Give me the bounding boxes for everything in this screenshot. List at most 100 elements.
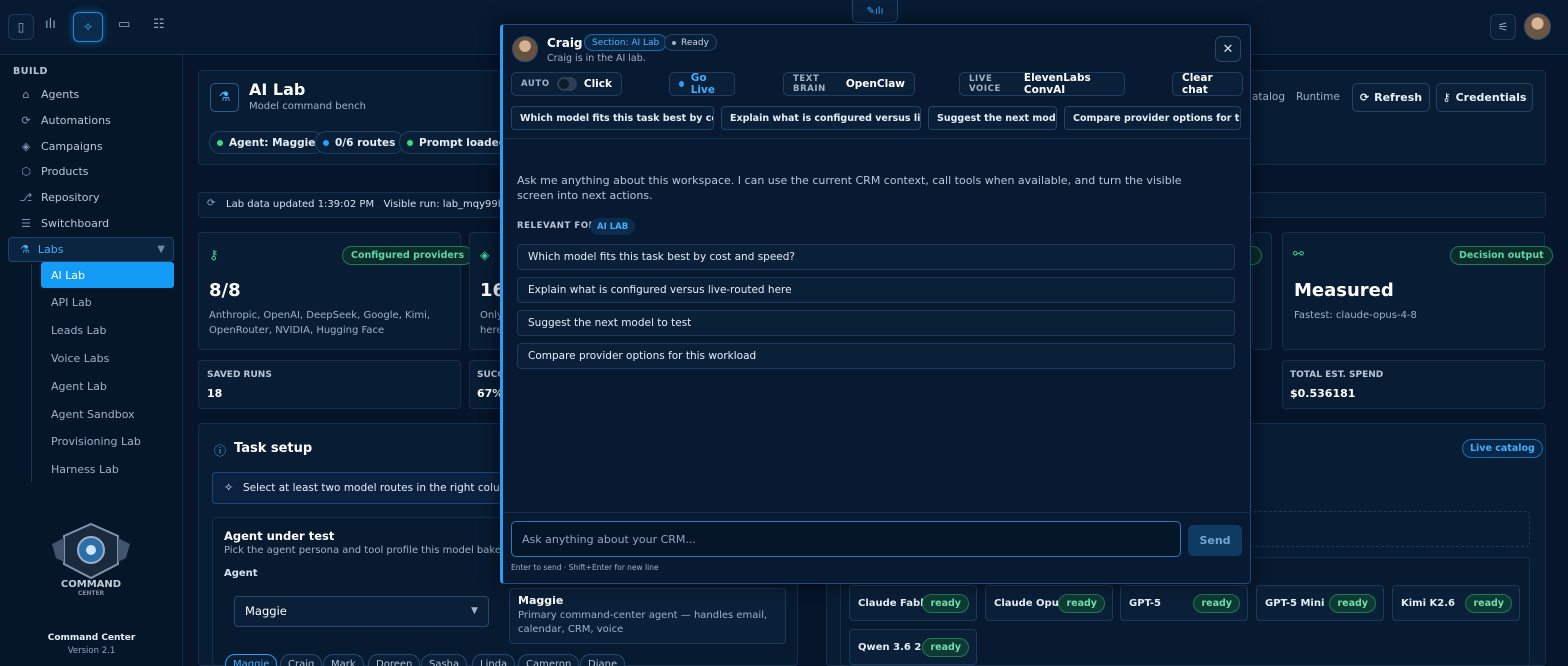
sidebar-sub-agent-lab[interactable]: Agent Lab (51, 376, 107, 396)
providers-value: 8/8 (209, 280, 241, 301)
prompt-chip[interactable]: Prompt loaded (399, 131, 516, 154)
agent-chip[interactable]: Agent: Maggie (209, 131, 325, 154)
credentials-label: Credentials (1455, 91, 1527, 104)
ready-badge: ready (1329, 594, 1376, 613)
sidebar-item-labs[interactable]: ⚗ Labs ▼ (8, 237, 174, 262)
chat-input[interactable] (511, 521, 1181, 557)
sliders-icon[interactable]: ⚟ (1490, 14, 1516, 40)
decision-desc: Fastest: claude-opus-4-8 (1294, 310, 1417, 321)
suggestion-chip-compare[interactable]: Compare provider options for this ... (1064, 106, 1241, 130)
auto-label: AUTO (521, 79, 550, 89)
persona-chip-linda[interactable]: Linda (472, 654, 516, 666)
suggestion-chip-configured[interactable]: Explain what is configured versus live-r… (721, 106, 921, 130)
persona-chip-diane[interactable]: Diane (580, 654, 626, 666)
submenu-line (31, 264, 32, 482)
sidebar-toggle-icon[interactable]: ▯ (8, 14, 34, 40)
send-button[interactable]: Send (1188, 525, 1242, 556)
model-name: GPT-5 (1129, 597, 1161, 609)
chevron-down-icon: ▼ (471, 606, 478, 616)
sidebar-item-agents[interactable]: ⌂ Agents (19, 84, 80, 104)
text-brain-select[interactable]: TEXT BRAIN OpenClaw (783, 72, 915, 96)
chart-icon[interactable]: ılı (45, 17, 56, 32)
prompt-option-configured[interactable]: Explain what is configured versus live-r… (517, 277, 1235, 303)
close-icon[interactable]: ✕ (1215, 36, 1241, 62)
suggestion-chip-next-model[interactable]: Suggest the next model ... (928, 106, 1057, 130)
input-hint: Enter to send · Shift+Enter for new line (511, 563, 659, 572)
tab-catalog[interactable]: atalog (1252, 91, 1285, 103)
model-chip-qwen[interactable]: Qwen 3.6 2... ready (849, 629, 977, 665)
assistant-chat-modal: Craig Section: AI Lab Ready Craig is in … (500, 24, 1251, 584)
persona-chip-sasha[interactable]: Sasha (421, 654, 468, 666)
sidebar-item-automations[interactable]: ⟳ Automations (19, 110, 111, 130)
layers-icon: ◈ (480, 248, 490, 262)
status-dot (407, 139, 413, 146)
robot-icon: ⌂ (22, 87, 30, 101)
clear-chat-button[interactable]: Clear chat (1172, 72, 1243, 96)
sliders-icon: ☰ (21, 216, 31, 230)
model-name: Kimi K2.6 (1401, 597, 1455, 609)
route-icon: ⚯ (1293, 247, 1304, 262)
sidebar-item-switchboard[interactable]: ☰ Switchboard (19, 213, 109, 233)
folder-icon[interactable]: ▭ (118, 17, 130, 32)
box-icon: ⬡ (21, 164, 31, 178)
key-icon: ⚷ (1442, 91, 1451, 104)
tab-runtime[interactable]: Runtime (1296, 91, 1340, 103)
flask-icon: ⚗ (20, 243, 30, 256)
model-chip-claude-fable[interactable]: Claude Fabl... ready (849, 585, 977, 621)
prompt-option-next-model[interactable]: Suggest the next model to test (517, 310, 1235, 336)
click-label: Click (583, 78, 612, 90)
auto-click-toggle[interactable]: AUTO Click (511, 72, 622, 96)
divider (503, 138, 1251, 139)
sparkle-icon[interactable]: ✧ (73, 12, 103, 42)
live-dot (679, 81, 684, 87)
ready-badge: ready (922, 638, 969, 657)
model-chip-kimi-k2-6[interactable]: Kimi K2.6 ready (1392, 585, 1520, 621)
persona-chip-cameron[interactable]: Cameron (518, 654, 580, 666)
brand-version: Version 2.1 (67, 646, 116, 656)
go-live-label: Go Live (690, 72, 715, 96)
live-voice-select[interactable]: LIVE VOICE ElevenLabs ConvAI (959, 72, 1125, 96)
sidebar-sub-agent-sandbox[interactable]: Agent Sandbox (51, 404, 135, 424)
persona-chip-craig[interactable]: Craig (280, 654, 323, 666)
user-avatar[interactable] (1524, 13, 1551, 40)
ready-label: Ready (681, 37, 709, 48)
ready-badge: ready (1193, 594, 1240, 613)
sidebar-sub-voice-labs[interactable]: Voice Labs (51, 348, 109, 368)
status-dot (672, 40, 676, 45)
sidebar-sub-ai-lab[interactable]: AI Lab (41, 262, 174, 288)
persona-chip-doreen[interactable]: Doreen (368, 654, 421, 666)
live-catalog-badge: Live catalog (1462, 439, 1543, 458)
toggle-switch[interactable] (556, 77, 577, 91)
sidebar-sub-provisioning-lab[interactable]: Provisioning Lab (51, 431, 141, 451)
layers-icon[interactable]: ☷ (153, 17, 165, 32)
sidebar-item-label: Products (41, 164, 89, 178)
sidebar-sub-harness-lab[interactable]: Harness Lab (51, 459, 119, 479)
persona-chip-mark[interactable]: Mark (323, 654, 364, 666)
logo-word-center: CENTER (78, 590, 105, 597)
sidebar-item-campaigns[interactable]: ◈ Campaigns (19, 136, 103, 156)
suggestion-chip-cost[interactable]: Which model fits this task best by cost … (511, 106, 714, 130)
credentials-button[interactable]: ⚷ Credentials (1436, 83, 1533, 112)
refresh-button[interactable]: ⟳ Refresh (1352, 83, 1430, 112)
model-chip-claude-opus[interactable]: Claude Opu... ready (985, 585, 1113, 621)
sidebar-item-label: Campaigns (41, 139, 103, 153)
sidebar-sub-api-lab[interactable]: API Lab (51, 292, 92, 312)
persona-chip-maggie[interactable]: Maggie (225, 654, 278, 666)
logo-word-command: COMMAND (61, 579, 121, 590)
prompt-option-compare[interactable]: Compare provider options for this worklo… (517, 343, 1235, 369)
go-live-button[interactable]: Go Live (669, 72, 735, 96)
saved-runs-label: SAVED RUNS (207, 370, 272, 380)
assistant-avatar (512, 36, 538, 62)
sidebar-sub-leads-lab[interactable]: Leads Lab (51, 320, 107, 340)
model-chip-gpt-5[interactable]: GPT-5 ready (1120, 585, 1248, 621)
sidebar-item-products[interactable]: ⬡ Products (19, 161, 89, 181)
prompt-option-cost[interactable]: Which model fits this task best by cost … (517, 244, 1235, 270)
assistant-handle[interactable]: ✎ılı (852, 0, 898, 23)
caret-down-icon: ▼ (157, 244, 165, 255)
page-subtitle: Model command bench (249, 101, 366, 112)
routes-chip[interactable]: 0/6 routes (315, 131, 405, 154)
model-chip-gpt-5-mini[interactable]: GPT-5 Mini ready (1256, 585, 1384, 621)
sidebar-item-repository[interactable]: ⎇ Repository (19, 187, 100, 207)
persona-name: Maggie (518, 594, 564, 607)
sidebar-item-label: Automations (41, 113, 111, 127)
